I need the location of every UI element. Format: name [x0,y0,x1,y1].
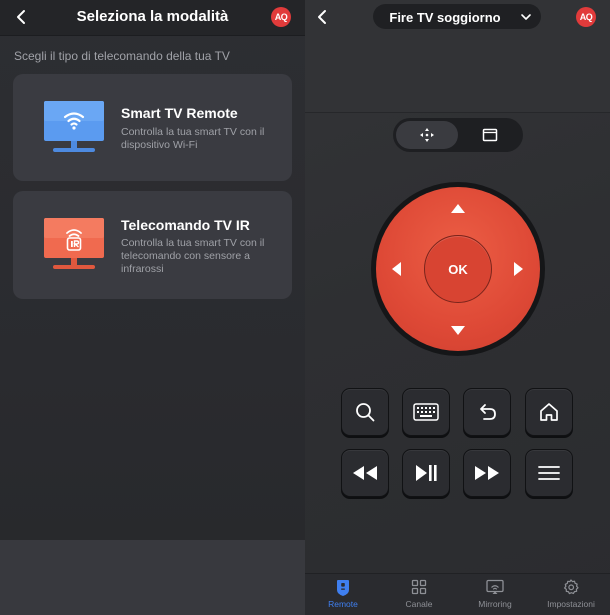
tab-label: Canale [405,599,433,609]
smart-tv-remote-card[interactable]: Smart TV Remote Controlla la tua smart T… [13,74,292,181]
ok-button[interactable]: OK [424,235,492,303]
card-description: Controlla la tua smart TV con il disposi… [121,126,265,151]
mode-selection-screen: Seleziona la modalità AQ Scegli il tipo … [0,0,305,615]
back-button[interactable] [12,6,32,28]
remote-header: Fire TV soggiorno AQ [305,0,610,113]
home-button[interactable] [525,388,573,436]
hamburger-menu-icon [538,466,560,480]
back-nav-button[interactable] [463,388,511,436]
page-title: Seleziona la modalità [76,8,229,25]
tab-canale[interactable]: Canale [381,574,457,615]
dpad-mode-button[interactable] [396,121,458,149]
brand-logo: AQ [271,7,291,27]
home-icon [540,403,558,421]
card-title: Smart TV Remote [121,105,238,121]
dpad-right-button[interactable] [514,262,523,276]
cast-icon [486,579,504,594]
chevron-left-icon [318,10,326,24]
left-footer [0,540,305,615]
grid-icon [411,579,427,595]
tab-label: Impostazioni [547,599,595,609]
rewind-button[interactable] [341,449,389,497]
fast-forward-button[interactable] [463,449,511,497]
mode-subtitle: Scegli il tipo di telecomando della tua … [14,49,230,63]
touchpad-icon [482,128,498,142]
dpad-down-button[interactable] [451,326,465,335]
remote-screen: Fire TV soggiorno AQ OK Remote Canale Mi… [305,0,610,615]
tab-mirroring[interactable]: Mirroring [457,574,533,615]
tab-impostazioni[interactable]: Impostazioni [533,574,609,615]
play-pause-icon [416,465,437,481]
touchpad-mode-button[interactable] [460,121,520,149]
card-description: Controlla la tua smart TV con il telecom… [121,237,265,275]
rewind-icon [353,466,377,480]
chevron-down-icon [521,14,531,20]
device-name: Fire TV soggiorno [389,10,501,25]
ir-tv-icon [44,218,104,269]
brand-logo: AQ [576,7,596,27]
tab-label: Mirroring [478,599,512,609]
keyboard-button[interactable] [402,388,450,436]
search-button[interactable] [341,388,389,436]
gear-icon [564,579,579,595]
bottom-tab-bar: Remote Canale Mirroring Impostazioni [305,573,610,615]
left-header: Seleziona la modalità AQ [0,0,305,36]
menu-button[interactable] [525,449,573,497]
card-title: Telecomando TV IR [121,217,250,233]
wifi-tv-icon [44,101,104,152]
search-icon [356,403,375,422]
dpad-left-button[interactable] [392,262,401,276]
move-arrows-icon [420,128,434,142]
fast-forward-icon [475,466,499,480]
play-pause-button[interactable] [402,449,450,497]
remote-icon [337,580,349,596]
undo-arrow-icon [480,404,496,420]
device-selector[interactable]: Fire TV soggiorno [373,4,541,29]
keyboard-icon [413,403,439,421]
tab-label: Remote [328,599,358,609]
ir-tv-remote-card[interactable]: Telecomando TV IR Controlla la tua smart… [13,191,292,299]
chevron-left-icon [17,10,25,24]
control-mode-toggle [393,118,523,152]
tab-remote[interactable]: Remote [305,574,381,615]
back-button[interactable] [313,6,333,28]
dpad-up-button[interactable] [451,204,465,213]
